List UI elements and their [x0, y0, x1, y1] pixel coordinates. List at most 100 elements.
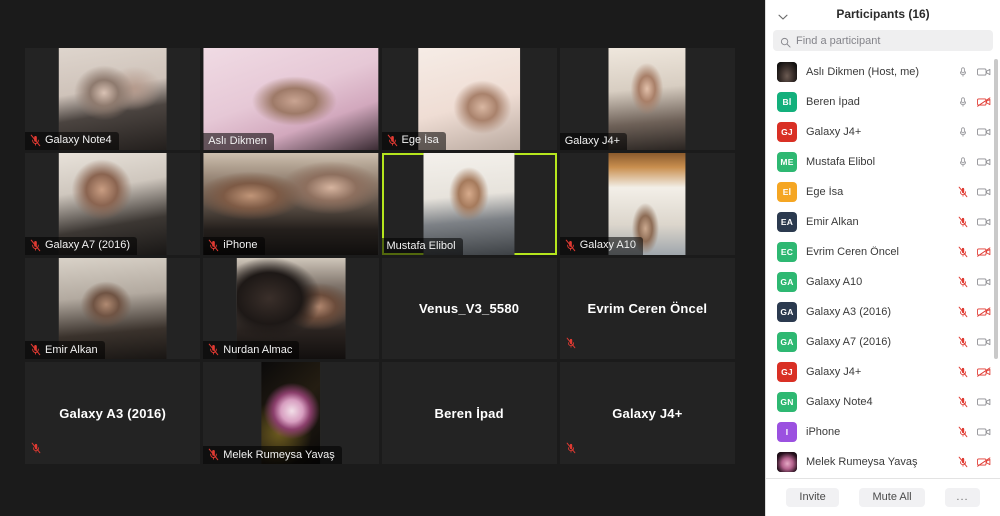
- mic-off-icon[interactable]: [958, 306, 968, 318]
- camera-off-icon[interactable]: [977, 307, 991, 317]
- participant-name-bar: Aslı Dikmen: [203, 132, 274, 150]
- video-tile[interactable]: Galaxy J4+: [559, 48, 735, 150]
- mic-off-icon: [31, 441, 41, 459]
- avatar: EC: [777, 242, 797, 262]
- video-tile[interactable]: Ege İsa: [381, 48, 557, 150]
- camera-on-icon[interactable]: [977, 187, 991, 197]
- participant-status-icons: [958, 336, 991, 348]
- participant-name: iPhone: [806, 426, 841, 438]
- participant-row[interactable]: GA Galaxy A10: [766, 267, 1000, 297]
- video-tile[interactable]: Galaxy A10: [559, 152, 735, 255]
- participant-name: Aslı Dikmen (Host, me): [806, 66, 920, 78]
- participant-name-bar: Melek Rumeysa Yavaş: [203, 446, 342, 464]
- mic-off-icon: [30, 239, 41, 252]
- camera-on-icon[interactable]: [977, 277, 991, 287]
- video-tile[interactable]: Melek Rumeysa Yavaş: [203, 362, 379, 464]
- mute-all-button[interactable]: Mute All: [859, 488, 925, 507]
- video-tile[interactable]: Emir Alkan: [25, 257, 201, 360]
- camera-on-icon[interactable]: [977, 337, 991, 347]
- participant-name-bar: Galaxy A10: [559, 236, 644, 255]
- camera-on-icon[interactable]: [977, 217, 991, 227]
- mic-off-icon[interactable]: [958, 456, 968, 468]
- participants-panel: Participants (16) Aslı Dikmen (Host, me)…: [765, 0, 1000, 516]
- participant-name-bar: Galaxy J4+: [559, 132, 628, 150]
- participant-row[interactable]: GA Galaxy A7 (2016): [766, 327, 1000, 357]
- participant-name: Melek Rumeysa Yavaş: [806, 456, 918, 468]
- participant-row[interactable]: EA Emir Alkan: [766, 207, 1000, 237]
- video-tile[interactable]: Beren İpad: [381, 362, 557, 464]
- participant-status-icons: [958, 96, 991, 108]
- video-tile[interactable]: iPhone: [203, 152, 379, 255]
- participant-name: Galaxy Note4: [806, 396, 873, 408]
- participant-name: Galaxy A7 (2016): [806, 336, 891, 348]
- mic-off-icon[interactable]: [958, 396, 968, 408]
- participant-name-bar: Mustafa Elibol: [381, 237, 463, 255]
- participant-row[interactable]: GJ Galaxy J4+: [766, 357, 1000, 387]
- video-tile[interactable]: Venus_V3_5580: [381, 257, 557, 360]
- mic-off-icon[interactable]: [958, 216, 968, 228]
- camera-off-icon[interactable]: [977, 247, 991, 257]
- mic-on-icon[interactable]: [958, 156, 968, 168]
- mic-off-icon: [208, 239, 219, 252]
- participant-name-bar: Emir Alkan: [25, 341, 105, 360]
- participant-name-bar: iPhone: [203, 236, 265, 255]
- camera-off-icon[interactable]: [977, 367, 991, 377]
- avatar: Eİ: [777, 182, 797, 202]
- avatar: GJ: [777, 122, 797, 142]
- video-tile[interactable]: Galaxy A7 (2016): [25, 152, 201, 255]
- participant-name-label: Aslı Dikmen: [208, 134, 267, 147]
- video-tile[interactable]: Galaxy Note4: [25, 48, 201, 150]
- search-input[interactable]: [796, 34, 986, 47]
- mic-on-icon[interactable]: [958, 96, 968, 108]
- video-tile[interactable]: Nurdan Almac: [203, 257, 379, 360]
- participant-status-icons: [958, 66, 991, 78]
- participant-row[interactable]: ME Mustafa Elibol: [766, 147, 1000, 177]
- participant-name-label: Galaxy Note4: [45, 134, 112, 147]
- participant-row[interactable]: GJ Galaxy J4+: [766, 117, 1000, 147]
- camera-off-icon[interactable]: [977, 457, 991, 467]
- participant-row[interactable]: Aslı Dikmen (Host, me): [766, 57, 1000, 87]
- participant-row[interactable]: GA Galaxy A3 (2016): [766, 297, 1000, 327]
- participants-footer: Invite Mute All ...: [766, 478, 1000, 516]
- chevron-down-icon[interactable]: [778, 9, 788, 20]
- participant-name-bar: Ege İsa: [381, 131, 446, 150]
- video-tile[interactable]: Aslı Dikmen: [203, 48, 379, 150]
- participant-row[interactable]: IiPhone: [766, 417, 1000, 447]
- participant-status-icons: [958, 156, 991, 168]
- mic-off-icon: [387, 134, 398, 147]
- participants-scrollbar[interactable]: [994, 59, 998, 359]
- participant-status-icons: [958, 186, 991, 198]
- participant-name: Galaxy A3 (2016): [806, 306, 891, 318]
- video-tile[interactable]: Mustafa Elibol: [381, 152, 557, 255]
- participant-row[interactable]: Bİ Beren İpad: [766, 87, 1000, 117]
- participant-row[interactable]: EC Evrim Ceren Öncel: [766, 237, 1000, 267]
- mic-off-icon[interactable]: [958, 426, 968, 438]
- camera-on-icon[interactable]: [977, 427, 991, 437]
- video-tile[interactable]: Evrim Ceren Öncel: [559, 257, 735, 360]
- mic-off-icon[interactable]: [958, 246, 968, 258]
- camera-on-icon[interactable]: [977, 67, 991, 77]
- participant-row[interactable]: Eİ Ege İsa: [766, 177, 1000, 207]
- camera-on-icon[interactable]: [977, 157, 991, 167]
- find-participant-search[interactable]: [773, 30, 993, 51]
- mic-on-icon[interactable]: [958, 66, 968, 78]
- participant-name: Galaxy J4+: [806, 366, 862, 378]
- invite-button[interactable]: Invite: [786, 488, 839, 507]
- participant-row[interactable]: Melek Rumeysa Yavaş: [766, 447, 1000, 477]
- camera-off-icon[interactable]: [977, 97, 991, 107]
- mic-off-icon: [566, 441, 576, 459]
- camera-on-icon[interactable]: [977, 397, 991, 407]
- video-tile[interactable]: Galaxy A3 (2016): [25, 362, 201, 464]
- avatar: [777, 62, 797, 82]
- mic-off-icon[interactable]: [958, 336, 968, 348]
- mic-off-icon: [208, 343, 219, 356]
- camera-on-icon[interactable]: [977, 127, 991, 137]
- participant-name-label: Emir Alkan: [45, 343, 98, 356]
- mic-off-icon[interactable]: [958, 186, 968, 198]
- participant-row[interactable]: GN Galaxy Note4: [766, 387, 1000, 417]
- mic-off-icon[interactable]: [958, 276, 968, 288]
- more-options-button[interactable]: ...: [945, 488, 980, 507]
- mic-off-icon[interactable]: [958, 366, 968, 378]
- video-tile[interactable]: Galaxy J4+: [559, 362, 735, 464]
- mic-on-icon[interactable]: [958, 126, 968, 138]
